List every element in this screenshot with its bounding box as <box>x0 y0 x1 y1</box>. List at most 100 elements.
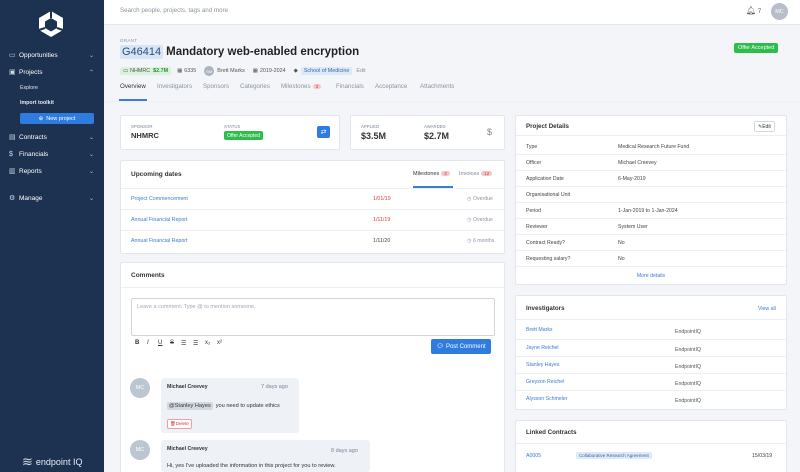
nav-manage[interactable]: ⚙ Manage ⌄ <box>0 190 104 206</box>
owner-name: Brett Marks <box>217 68 245 74</box>
sponsor-value: NHMRC <box>131 131 159 140</box>
contract-id-link[interactable]: A0005 <box>526 453 541 459</box>
book-icon: ▭ <box>9 52 16 59</box>
amounts-card: APPLIED $3.5M AWARDED $2.7M $ <box>350 115 505 150</box>
investigator-org: EndpointIQ <box>675 329 701 335</box>
investigators-title: Investigators <box>526 305 565 312</box>
upcoming-tab-invoices[interactable]: Invoices 12 <box>459 171 493 177</box>
tab-categories[interactable]: Categories <box>240 83 270 90</box>
notifications-button[interactable]: 🔔︎ 7 <box>746 6 761 15</box>
nav-explore[interactable]: Explore <box>20 85 38 91</box>
divider <box>516 202 786 203</box>
comment-body: you need to update ethics <box>215 403 280 409</box>
date-row-name[interactable]: Annual Financial Report <box>131 217 188 223</box>
comment-bubble: Michael Creevey 8 days ago Hi, yes I've … <box>161 440 370 472</box>
bold-icon[interactable]: B <box>135 340 139 346</box>
detail-value: System User <box>618 224 648 230</box>
italic-icon[interactable]: I <box>147 340 149 346</box>
tab-investigators[interactable]: Investigators <box>157 83 192 90</box>
comment-text: @Stanley Hayes you need to update ethics <box>167 402 280 410</box>
date-row-status: ◷ Overdue <box>467 217 493 223</box>
ordered-list-icon[interactable]: ☰ <box>181 340 186 347</box>
tab-overview[interactable]: Overview <box>120 83 146 90</box>
detail-value: No <box>618 256 625 262</box>
investigator-name[interactable]: Alysson Schmeler <box>526 396 568 402</box>
nav-import-toolkit[interactable]: Import toolkit <box>20 100 54 106</box>
tab-milestones[interactable]: Milestones 3 <box>281 83 322 90</box>
nav-contracts[interactable]: ▤ Contracts ⌄ <box>0 129 104 145</box>
investigator-name[interactable]: Brett Marks <box>526 327 553 333</box>
nav-projects[interactable]: ▣ Projects ⌃ <box>0 64 104 80</box>
detail-value: Medical Research Future Fund <box>618 144 690 150</box>
tab-sponsors[interactable]: Sponsors <box>203 83 229 90</box>
search-input[interactable]: Search people, projects, tags and more <box>120 7 228 14</box>
invoices-count-badge: 12 <box>481 171 493 176</box>
more-details-link[interactable]: More details <box>516 273 786 279</box>
sidebar: ▭ Opportunities ⌄ ▣ Projects ⌃ Explore I… <box>0 0 104 472</box>
delete-comment-button[interactable]: 🗑︎Delete <box>167 419 192 429</box>
chevron-down-icon: ⌄ <box>88 168 94 175</box>
superscript-icon[interactable]: x² <box>217 340 222 346</box>
divider <box>121 209 504 210</box>
nav-opportunities[interactable]: ▭ Opportunities ⌄ <box>0 47 104 63</box>
strikethrough-icon[interactable]: S <box>170 340 174 346</box>
date-row-name[interactable]: Annual Financial Report <box>131 238 188 244</box>
investigator-name[interactable]: Stanley Hayes <box>526 362 559 368</box>
awarded-label: AWARDED <box>424 124 446 129</box>
reports-icon: ▥ <box>9 168 16 175</box>
subscript-icon[interactable]: x₂ <box>205 340 210 346</box>
new-project-button[interactable]: ⊕ New project <box>20 113 94 124</box>
upcoming-title: Upcoming dates <box>131 171 182 178</box>
tab-financials[interactable]: Financials <box>336 83 364 90</box>
date-row-date: 1/11/19 <box>373 217 391 223</box>
user-avatar[interactable]: MC <box>771 3 788 20</box>
detail-label: Period <box>526 208 541 214</box>
tabs-divider <box>104 101 800 102</box>
investigator-org: EndpointIQ <box>675 381 701 387</box>
upcoming-tab-milestones[interactable]: Milestones 3 <box>413 171 450 177</box>
date-row-status: ◷ 6 months <box>467 238 494 244</box>
investigator-name[interactable]: Greyson Reichel <box>526 379 564 385</box>
divider <box>516 234 786 235</box>
underline-icon[interactable]: U <box>158 340 162 346</box>
status-badge: Offer Accepted <box>734 43 779 53</box>
chevron-up-icon: ⌃ <box>88 69 94 76</box>
divider <box>516 373 786 374</box>
edit-tags-link[interactable]: Edit <box>356 68 365 74</box>
tab-acceptance[interactable]: Acceptance <box>375 83 407 90</box>
grant-period: 2019-2024 <box>259 68 286 74</box>
nav-financials[interactable]: $ Financials ⌄ <box>0 146 104 162</box>
app-logo-icon[interactable] <box>37 10 65 38</box>
divider <box>516 186 786 187</box>
milestones-count-badge: 3 <box>312 84 322 89</box>
post-comment-button[interactable]: 💬︎ Post Comment <box>431 339 491 354</box>
divider <box>516 339 786 340</box>
tab-attachments[interactable]: Attachments <box>420 83 454 90</box>
nav-label: Contracts <box>19 133 47 141</box>
upcoming-dates-card: Upcoming dates Milestones 3 Invoices 12 Pr… <box>120 160 505 254</box>
contracts-title: Linked Contracts <box>526 429 577 436</box>
view-all-link[interactable]: View all <box>758 306 776 312</box>
mention-tag[interactable]: @Stanley Hayes <box>167 402 213 410</box>
investigator-name[interactable]: Jayne Reichel <box>526 345 559 351</box>
milestones-count-badge: 3 <box>441 171 450 176</box>
edit-details-button[interactable]: ✎Edit <box>754 121 775 132</box>
grant-icon: ▭ <box>123 68 129 74</box>
date-row-status: ◷ Overdue <box>467 196 493 202</box>
bell-icon: 🔔︎ <box>746 6 757 15</box>
bullet-list-icon[interactable]: ☰ <box>193 340 198 347</box>
contract-date: 15/03/19 <box>752 453 773 459</box>
divider <box>516 443 786 444</box>
divider <box>121 230 504 231</box>
notification-count: 7 <box>757 9 762 15</box>
swap-button[interactable]: ⇄ <box>317 126 330 138</box>
nav-reports[interactable]: ▥ Reports ⌄ <box>0 163 104 179</box>
divider <box>516 154 786 155</box>
swap-icon: ⇄ <box>320 129 327 136</box>
date-row-name[interactable]: Project Commencement <box>131 196 188 202</box>
top-bar: Search people, projects, tags and more 🔔… <box>104 0 800 25</box>
project-details-card: Project Details ✎Edit Type Medical Resea… <box>515 115 787 285</box>
comment-input[interactable]: Leave a comment. Type @ to mention someo… <box>131 298 495 336</box>
chevron-down-icon: ⌄ <box>88 151 94 158</box>
detail-label: Contract Ready? <box>526 240 565 246</box>
